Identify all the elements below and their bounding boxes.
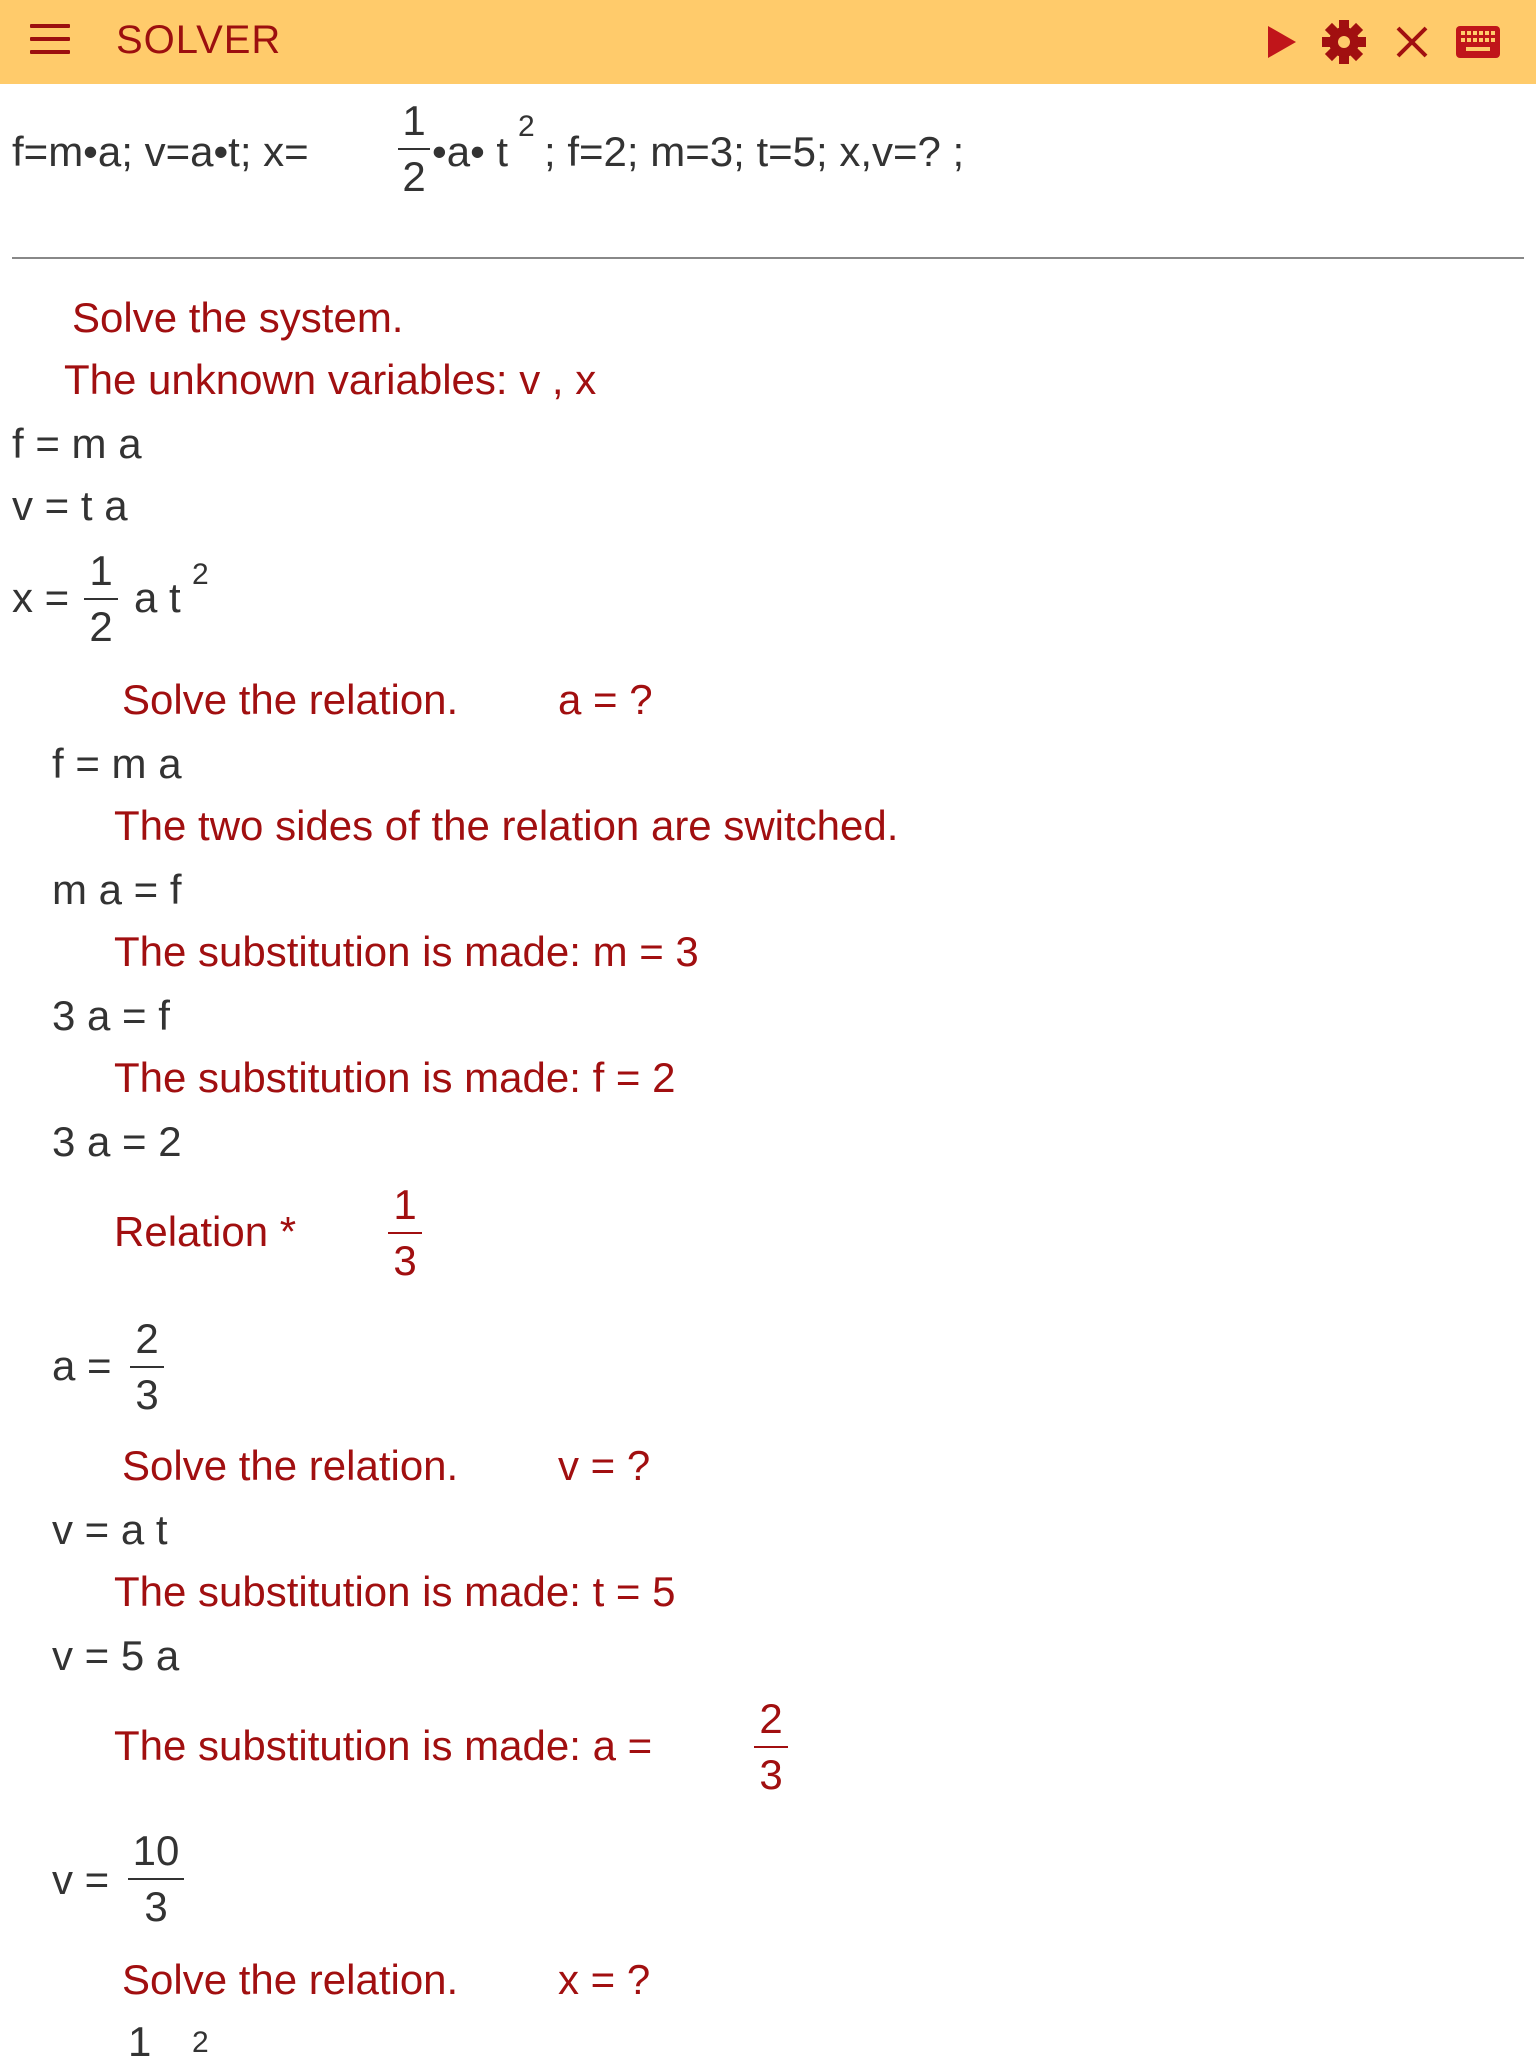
equation: m a = f xyxy=(52,866,182,913)
equation-exponent: 2 xyxy=(192,558,209,591)
equation: f = m a xyxy=(52,740,182,787)
fraction-denominator: 3 xyxy=(759,1751,783,1798)
divider xyxy=(12,257,1524,259)
unknown-variables: The unknown variables: v , x xyxy=(64,356,597,403)
fraction-denominator: 3 xyxy=(393,1237,417,1284)
equation-lhs: a = xyxy=(52,1342,112,1389)
fraction-numerator: 10 xyxy=(132,1827,180,1874)
step-note: Relation * xyxy=(114,1208,297,1255)
play-icon[interactable] xyxy=(1256,18,1308,66)
expression-part-2: •a• t xyxy=(432,128,509,175)
expression-exponent: 2 xyxy=(518,110,535,143)
fraction-denominator: 3 xyxy=(135,1371,159,1418)
gear-icon[interactable] xyxy=(1318,18,1370,66)
step-heading: Solve the relation. xyxy=(122,676,459,723)
equation-exponent: 2 xyxy=(192,2026,209,2059)
equation-fraction: 12 xyxy=(84,550,118,648)
equation: v = 5 a xyxy=(52,1632,180,1679)
equation: v = a t xyxy=(52,1506,168,1553)
step-variable: v = ? xyxy=(558,1442,651,1489)
expression-part-3: ; f=2; m=3; t=5; x,v=? ; xyxy=(544,128,965,175)
step-note: The substitution is made: t = 5 xyxy=(114,1568,676,1615)
step-heading: Solve the system. xyxy=(72,294,404,341)
step-note: The substitution is made: m = 3 xyxy=(114,928,699,975)
step-note: The substitution is made: a = xyxy=(114,1722,653,1769)
keyboard-icon[interactable] xyxy=(1452,18,1504,66)
expression-input[interactable]: f=m•a; v=a•t; x= 1 2 •a• t 2 ; f=2; m=3;… xyxy=(12,98,1522,208)
expression-fraction: 1 2 xyxy=(398,100,430,198)
app-bar: SOLVER xyxy=(0,0,1536,84)
equation-fraction: 10 3 xyxy=(128,1830,184,1928)
expression-part-1: f=m•a; v=a•t; x= xyxy=(12,128,309,175)
close-icon[interactable] xyxy=(1386,18,1438,66)
step-variable: x = ? xyxy=(558,1956,651,2003)
step-heading: Solve the relation. xyxy=(122,1956,459,2003)
fraction-numerator: 2 xyxy=(135,1315,159,1362)
fraction-denominator: 2 xyxy=(402,153,426,200)
step-fraction: 13 xyxy=(388,1184,422,1282)
step-heading: Solve the relation. xyxy=(122,1442,459,1489)
step-fraction: 23 xyxy=(754,1698,788,1796)
step-variable: a = ? xyxy=(558,676,653,723)
step-note: The substitution is made: f = 2 xyxy=(114,1054,676,1101)
fraction-numerator: 1 xyxy=(393,1181,417,1228)
fraction-numerator: 2 xyxy=(759,1695,783,1742)
app-title: SOLVER xyxy=(116,18,282,62)
step-note: The two sides of the relation are switch… xyxy=(114,802,899,849)
equation: 3 a = 2 xyxy=(52,1118,182,1165)
equation: v = t a xyxy=(12,482,128,529)
equation-lhs: v = xyxy=(52,1856,110,1903)
fraction-denominator: 2 xyxy=(89,603,113,650)
equation-lhs: x = xyxy=(12,574,70,621)
menu-icon[interactable] xyxy=(30,24,74,60)
equation-partial: 1 xyxy=(128,2018,152,2065)
equation: f = m a xyxy=(12,420,142,467)
equation: 3 a = f xyxy=(52,992,170,1039)
equation-rhs: a t xyxy=(134,574,181,621)
fraction-numerator: 1 xyxy=(402,97,426,144)
fraction-numerator: 1 xyxy=(89,547,113,594)
equation-fraction: 23 xyxy=(130,1318,164,1416)
fraction-denominator: 3 xyxy=(144,1883,168,1930)
